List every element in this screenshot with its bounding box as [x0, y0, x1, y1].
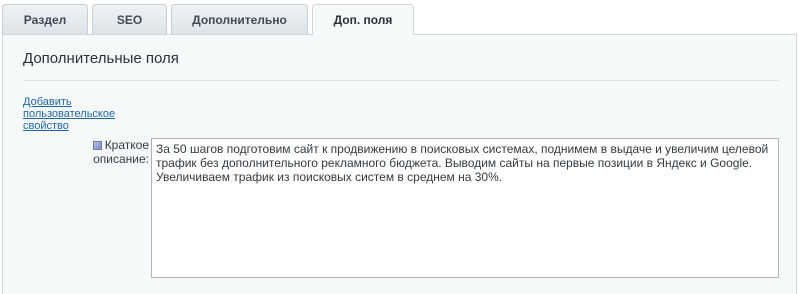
extra-fields-panel: Дополнительные поля Добавить пользовател… [2, 34, 797, 294]
tab-additional[interactable]: Дополнительно [171, 4, 308, 34]
help-icon[interactable] [92, 141, 102, 150]
tab-extra-fields-label: Доп. поля [333, 13, 393, 27]
panel-title: Дополнительные поля [23, 50, 179, 67]
tab-additional-label: Дополнительно [192, 12, 287, 27]
add-custom-property-link[interactable]: Добавить пользовательское свойство [23, 96, 135, 132]
tab-section[interactable]: Раздел [2, 4, 88, 34]
short-description-label: Краткое описание: [87, 138, 149, 166]
tab-seo-label: SEO [116, 12, 143, 27]
title-divider [23, 80, 779, 81]
tab-bar: Раздел SEO Дополнительно Доп. поля [0, 0, 799, 35]
short-description-textarea[interactable]: За 50 шагов подготовим сайт к продвижени… [151, 138, 779, 278]
tab-section-label: Раздел [23, 12, 67, 27]
tab-seo[interactable]: SEO [92, 4, 167, 34]
tab-extra-fields[interactable]: Доп. поля [312, 4, 414, 35]
